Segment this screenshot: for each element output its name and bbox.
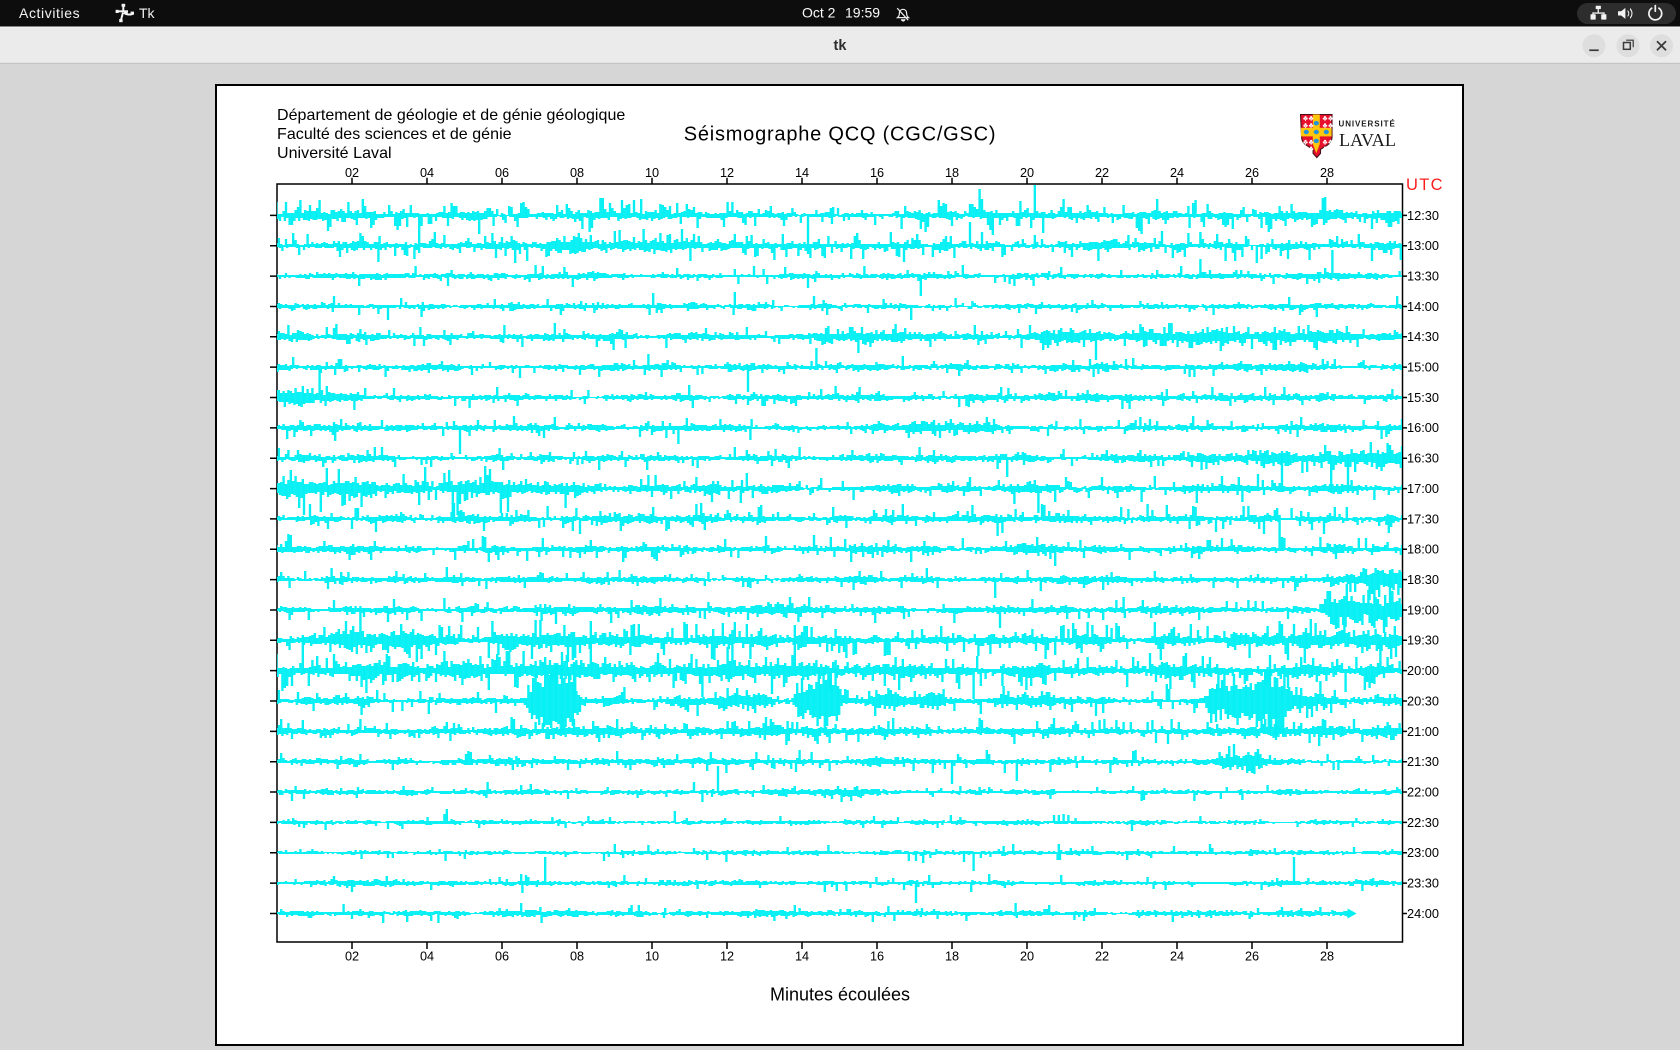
svg-text:15:00: 15:00 <box>1407 360 1439 375</box>
svg-text:16:30: 16:30 <box>1407 451 1439 466</box>
svg-text:20: 20 <box>1020 950 1034 964</box>
svg-text:08: 08 <box>570 950 584 964</box>
svg-text:28: 28 <box>1320 166 1334 180</box>
svg-text:Activities: Activities <box>19 5 80 21</box>
svg-text:26: 26 <box>1245 950 1259 964</box>
svg-text:22:00: 22:00 <box>1407 784 1439 799</box>
svg-text:24: 24 <box>1170 950 1184 964</box>
svg-text:20:00: 20:00 <box>1407 663 1439 678</box>
svg-text:04: 04 <box>420 950 434 964</box>
svg-text:22: 22 <box>1095 950 1109 964</box>
svg-text:14: 14 <box>795 166 809 180</box>
svg-text:04: 04 <box>420 166 434 180</box>
svg-text:16: 16 <box>870 166 884 180</box>
svg-text:18:00: 18:00 <box>1407 542 1439 557</box>
svg-text:17:00: 17:00 <box>1407 481 1439 496</box>
svg-text:10: 10 <box>645 950 659 964</box>
svg-text:24:00: 24:00 <box>1407 906 1439 921</box>
svg-text:20:30: 20:30 <box>1407 693 1439 708</box>
svg-text:Tk: Tk <box>139 5 156 21</box>
svg-text:02: 02 <box>345 166 359 180</box>
svg-text:15:30: 15:30 <box>1407 390 1439 405</box>
svg-text:19:30: 19:30 <box>1407 633 1439 648</box>
svg-text:22:30: 22:30 <box>1407 815 1439 830</box>
svg-text:16: 16 <box>870 950 884 964</box>
svg-text:13:30: 13:30 <box>1407 269 1439 284</box>
svg-text:21:00: 21:00 <box>1407 724 1439 739</box>
svg-text:Département de géologie et de: Département de géologie et de génie géol… <box>277 107 625 124</box>
svg-text:12:30: 12:30 <box>1407 208 1439 223</box>
svg-text:28: 28 <box>1320 950 1334 964</box>
svg-text:18: 18 <box>945 166 959 180</box>
svg-text:14: 14 <box>795 950 809 964</box>
svg-text:12: 12 <box>720 166 734 180</box>
svg-text:10: 10 <box>645 166 659 180</box>
svg-text:tk: tk <box>834 38 848 54</box>
svg-text:UNIVERSITÉ: UNIVERSITÉ <box>1339 119 1396 128</box>
svg-text:Oct 2: Oct 2 <box>802 4 836 20</box>
svg-text:13:00: 13:00 <box>1407 238 1439 253</box>
svg-text:17:30: 17:30 <box>1407 511 1439 526</box>
svg-text:06: 06 <box>495 166 509 180</box>
svg-text:18: 18 <box>945 950 959 964</box>
svg-text:24: 24 <box>1170 166 1184 180</box>
svg-text:18:30: 18:30 <box>1407 572 1439 587</box>
svg-text:22: 22 <box>1095 166 1109 180</box>
svg-text:19:59: 19:59 <box>845 4 880 20</box>
svg-text:23:30: 23:30 <box>1407 876 1439 891</box>
svg-text:20: 20 <box>1020 166 1034 180</box>
svg-text:UTC: UTC <box>1406 176 1444 194</box>
svg-text:14:00: 14:00 <box>1407 299 1439 314</box>
svg-text:21:30: 21:30 <box>1407 754 1439 769</box>
svg-text:14:30: 14:30 <box>1407 329 1439 344</box>
svg-text:02: 02 <box>345 950 359 964</box>
svg-text:06: 06 <box>495 950 509 964</box>
svg-text:26: 26 <box>1245 166 1259 180</box>
svg-text:08: 08 <box>570 166 584 180</box>
svg-text:Université Laval: Université Laval <box>277 145 392 162</box>
svg-text:LAVAL: LAVAL <box>1339 130 1396 150</box>
svg-text:23:00: 23:00 <box>1407 845 1439 860</box>
svg-text:Séismographe QCQ (CGC/GSC): Séismographe QCQ (CGC/GSC) <box>684 124 997 146</box>
svg-text:16:00: 16:00 <box>1407 420 1439 435</box>
svg-text:19:00: 19:00 <box>1407 602 1439 617</box>
svg-text:Minutes écoulées: Minutes écoulées <box>770 985 910 1005</box>
svg-text:Faculté des sciences et de gén: Faculté des sciences et de génie <box>277 126 512 143</box>
svg-text:12: 12 <box>720 950 734 964</box>
